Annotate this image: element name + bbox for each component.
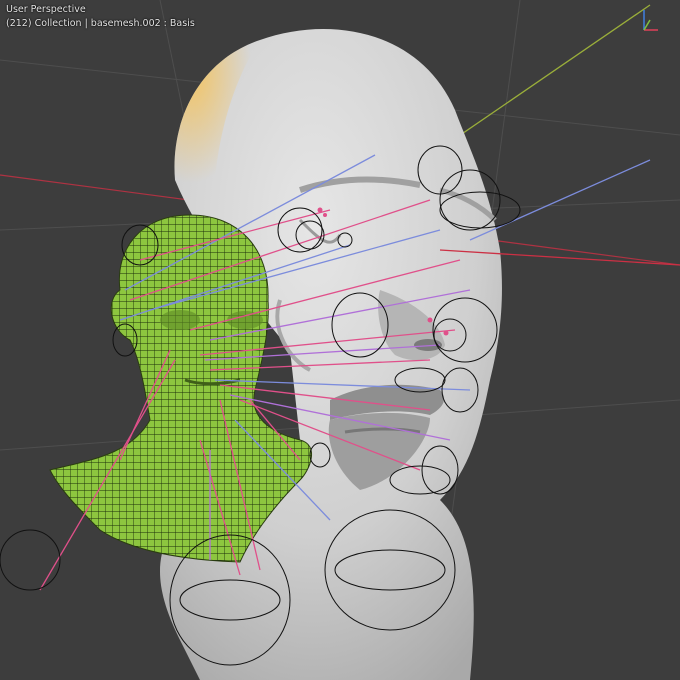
gizmo-y-axis[interactable] bbox=[643, 19, 651, 31]
view-name-label: User Perspective bbox=[6, 4, 86, 15]
navigation-gizmo[interactable] bbox=[632, 6, 662, 36]
viewport-scene[interactable] bbox=[0, 0, 680, 680]
collection-info-label: (212) Collection | basemesh.002 : Basis bbox=[6, 18, 195, 29]
3d-viewport[interactable]: User Perspective (212) Collection | base… bbox=[0, 0, 680, 680]
